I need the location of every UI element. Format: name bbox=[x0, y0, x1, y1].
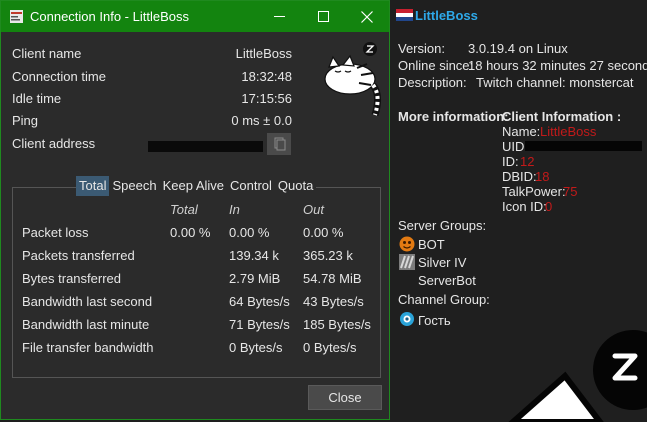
info-dbid-label: DBID: bbox=[502, 169, 537, 184]
info-talkpower-label: TalkPower: bbox=[502, 184, 566, 199]
server-group-bot: BOT bbox=[418, 237, 445, 252]
window-title: Connection Info - LittleBoss bbox=[30, 9, 189, 24]
info-name-label: Name: bbox=[502, 124, 541, 139]
close-icon bbox=[361, 10, 373, 23]
copy-address-button[interactable] bbox=[267, 133, 291, 155]
description-value: Twitch channel: monstercat bbox=[476, 75, 634, 90]
row-label: Bandwidth last second bbox=[22, 294, 153, 309]
connection-time-value: 18:32:48 bbox=[241, 69, 292, 84]
ping-label: Ping bbox=[12, 113, 39, 128]
info-id-value: 12 bbox=[520, 154, 535, 169]
idle-time-value: 17:15:56 bbox=[241, 91, 292, 106]
sleep-z-icon bbox=[612, 353, 638, 381]
minimize-icon bbox=[273, 16, 285, 17]
total-value: 0.00 % bbox=[170, 225, 211, 240]
client-name-value: LittleBoss bbox=[235, 46, 292, 61]
row-label: Bandwidth last minute bbox=[22, 317, 150, 332]
version-value: 3.0.19.4 on Linux bbox=[468, 41, 568, 56]
sleeping-cat-image bbox=[324, 42, 382, 117]
row-label: Packets transferred bbox=[22, 248, 135, 263]
nickname[interactable]: LittleBoss bbox=[415, 8, 478, 23]
country-flag-icon bbox=[396, 9, 413, 21]
out-value: 43 Bytes/s bbox=[303, 294, 364, 309]
table-row: Bandwidth last minute 71 Bytes/s 185 Byt… bbox=[22, 317, 372, 335]
connection-info-dialog: Connection Info - LittleBoss Client name… bbox=[0, 0, 390, 420]
client-name-label: Client name bbox=[12, 46, 82, 61]
tab-keep-alive[interactable]: Keep Alive bbox=[160, 176, 227, 196]
tab-speech[interactable]: Speech bbox=[109, 176, 159, 196]
redacted-address bbox=[148, 141, 263, 152]
in-value: 139.34 k bbox=[229, 248, 279, 263]
tab-quota[interactable]: Quota bbox=[275, 176, 316, 196]
online-since-value: 18 hours 32 minutes 27 seconds bbox=[468, 58, 647, 73]
version-label: Version: bbox=[398, 41, 445, 56]
row-label: Bytes transferred bbox=[22, 271, 121, 286]
client-address-label: Client address bbox=[12, 136, 96, 151]
maximize-icon bbox=[317, 11, 329, 22]
maximize-button[interactable] bbox=[301, 1, 345, 32]
tab-control[interactable]: Control bbox=[227, 176, 275, 196]
more-info-label: More information: bbox=[398, 109, 509, 124]
server-group-silver: Silver IV bbox=[418, 255, 467, 270]
tab-total[interactable]: Total bbox=[76, 176, 110, 196]
idle-time-row: Idle time 17:15:56 bbox=[12, 91, 292, 109]
online-since-label: Online since: bbox=[398, 58, 474, 73]
channel-group-label: Channel Group: bbox=[398, 292, 490, 307]
connection-time-row: Connection time 18:32:48 bbox=[12, 69, 292, 87]
server-group-serverbot: ServerBot bbox=[418, 273, 476, 288]
in-value: 64 Bytes/s bbox=[229, 294, 290, 309]
info-name-value: LittleBoss bbox=[540, 124, 597, 139]
idle-time-label: Idle time bbox=[12, 91, 62, 106]
info-iconid-label: Icon ID: bbox=[502, 199, 547, 214]
out-value: 365.23 k bbox=[303, 248, 353, 263]
ping-value: 0 ms ± 0.0 bbox=[231, 113, 292, 128]
info-iconid-value: 0 bbox=[545, 199, 553, 214]
table-row: Bytes transferred 2.79 MiB 54.78 MiB bbox=[22, 271, 372, 289]
col-header-out: Out bbox=[303, 202, 324, 217]
col-header-in: In bbox=[229, 202, 240, 217]
connection-time-label: Connection time bbox=[12, 69, 106, 84]
ping-row: Ping 0 ms ± 0.0 bbox=[12, 113, 292, 131]
row-label: File transfer bandwidth bbox=[22, 340, 154, 355]
in-value: 71 Bytes/s bbox=[229, 317, 290, 332]
sleep-bubble bbox=[593, 330, 647, 410]
bot-group-icon bbox=[399, 236, 415, 252]
copy-icon bbox=[274, 137, 286, 151]
close-window-button[interactable] bbox=[345, 1, 389, 32]
in-value: 0 Bytes/s bbox=[229, 340, 283, 355]
close-button[interactable]: Close bbox=[308, 385, 382, 410]
title-bar[interactable]: Connection Info - LittleBoss bbox=[1, 1, 389, 32]
out-value: 54.78 MiB bbox=[303, 271, 362, 286]
server-groups-label: Server Groups: bbox=[398, 218, 487, 233]
out-value: 0.00 % bbox=[303, 225, 344, 240]
client-name-row: Client name LittleBoss bbox=[12, 46, 292, 64]
info-id-label: ID: bbox=[502, 154, 519, 169]
out-value: 0 Bytes/s bbox=[303, 340, 357, 355]
info-talkpower-value: 75 bbox=[563, 184, 578, 199]
app-icon bbox=[10, 10, 23, 23]
col-header-total: Total bbox=[170, 202, 198, 217]
traffic-tabs: Total Speech Keep Alive Control Quota bbox=[76, 176, 317, 196]
minimize-button[interactable] bbox=[257, 1, 301, 32]
in-value: 0.00 % bbox=[229, 225, 270, 240]
table-row: Packet loss 0.00 % 0.00 % 0.00 % bbox=[22, 225, 372, 243]
channel-group-value: Гость bbox=[418, 313, 451, 328]
table-row: Packets transferred 139.34 k 365.23 k bbox=[22, 248, 372, 266]
in-value: 2.79 MiB bbox=[229, 271, 281, 286]
client-info-heading: Client Information : bbox=[502, 109, 622, 124]
client-info-panel: LittleBoss Version: 3.0.19.4 on Linux On… bbox=[390, 0, 647, 422]
description-label: Description: bbox=[398, 75, 467, 90]
row-label: Packet loss bbox=[22, 225, 89, 240]
out-value: 185 Bytes/s bbox=[303, 317, 371, 332]
guest-group-icon bbox=[400, 312, 414, 326]
info-dbid-value: 18 bbox=[535, 169, 550, 184]
silver-rank-icon bbox=[399, 254, 415, 270]
redacted-uid bbox=[525, 141, 642, 151]
table-row: File transfer bandwidth 0 Bytes/s 0 Byte… bbox=[22, 340, 372, 358]
table-row: Bandwidth last second 64 Bytes/s 43 Byte… bbox=[22, 294, 372, 312]
